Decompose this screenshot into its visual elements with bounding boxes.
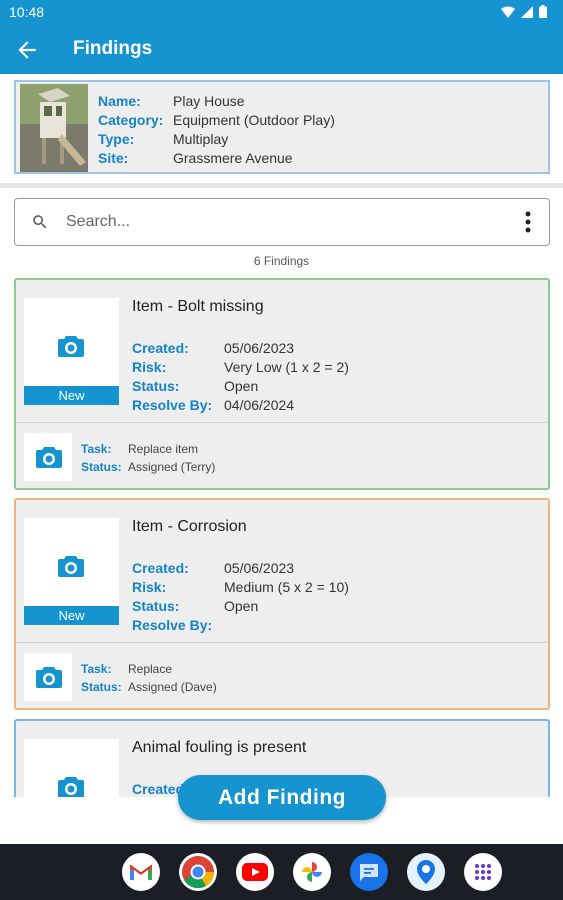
card-separator — [16, 642, 548, 643]
asset-label: Site: — [98, 150, 129, 166]
clock: 10:48 — [9, 4, 45, 20]
status-badge: New — [24, 606, 119, 625]
task-value: Assigned (Dave) — [128, 680, 217, 694]
maps-icon[interactable] — [407, 853, 445, 891]
status-icons — [501, 5, 547, 18]
asset-info: Name: Play House Category: Equipment (Ou… — [98, 92, 335, 168]
finding-details: Created: 05/06/2023 Risk: Very Low (1 x 2 … — [132, 339, 349, 415]
asset-photo — [20, 84, 88, 172]
search-icon — [33, 215, 47, 229]
task-label: Task: — [81, 662, 112, 676]
asset-card[interactable]: Name: Play House Category: Equipment (Ou… — [14, 80, 550, 174]
taskbar — [0, 844, 563, 900]
photos-icon[interactable] — [293, 853, 331, 891]
app-dock — [122, 853, 502, 891]
asset-value: Play House — [173, 93, 245, 109]
detail-value: Medium (5 x 2 = 10) — [224, 579, 349, 595]
camera-icon — [36, 667, 62, 688]
detail-label: Status: — [132, 378, 180, 394]
detail-value: 05/06/2023 — [224, 340, 295, 356]
task-value: Replace — [128, 662, 173, 676]
camera-icon — [58, 556, 84, 577]
asset-name-row: Name: Play House — [98, 92, 335, 111]
search-input[interactable] — [66, 209, 486, 235]
finding-photo[interactable]: New — [24, 298, 119, 405]
detail-value: Open — [224, 378, 259, 394]
camera-icon — [58, 336, 84, 357]
task-photo[interactable] — [24, 433, 72, 481]
app-drawer-icon[interactable] — [464, 853, 502, 891]
status-badge: New — [24, 386, 119, 405]
detail-value: 05/06/2023 — [224, 560, 295, 576]
divider — [0, 183, 563, 188]
search-bar — [14, 198, 550, 246]
gmail-icon[interactable] — [122, 853, 160, 891]
card-separator — [16, 422, 548, 423]
finding-title: Item - Bolt missing — [132, 298, 264, 315]
findings-count: 6 Findings — [253, 254, 310, 268]
asset-label: Category: — [98, 112, 164, 128]
finding-photo[interactable]: New — [24, 518, 119, 625]
asset-label: Name: — [98, 93, 141, 109]
finding-card[interactable]: New Item - Bolt missing Created: 05/06/20… — [14, 278, 550, 490]
task-value: Assigned (Terry) — [128, 460, 216, 474]
finding-photo[interactable] — [24, 739, 119, 797]
task-info: Task: Replace item Status: Assigned (Terry… — [81, 440, 215, 476]
asset-type-row: Type: Multiplay — [98, 130, 335, 149]
asset-value: Grassmere Avenue — [173, 150, 293, 166]
detail-value: 04/06/2024 — [224, 397, 295, 413]
asset-value: Multiplay — [173, 131, 229, 147]
camera-icon — [36, 447, 62, 468]
camera-icon — [58, 777, 84, 797]
wifi-icon — [501, 6, 515, 18]
findings-list[interactable]: New Item - Bolt missing Created: 05/06/20… — [0, 278, 563, 797]
task-label: Task: — [81, 442, 112, 456]
finding-details: Created: 05/06/2023 Risk: Medium (5 x 2 = … — [132, 559, 349, 635]
detail-label: Resolve By: — [132, 397, 213, 413]
detail-label: Resolve By: — [132, 617, 213, 633]
detail-value: Open — [224, 598, 259, 614]
task-label: Status: — [81, 680, 122, 694]
task-label: Status: — [81, 460, 122, 474]
chrome-icon[interactable] — [179, 853, 217, 891]
finding-title: Animal fouling is present — [132, 739, 307, 756]
page-title: Findings — [73, 38, 153, 59]
more-vert-icon[interactable] — [525, 211, 531, 233]
add-finding-button[interactable]: Add Finding — [178, 775, 386, 820]
detail-label: Risk: — [132, 359, 167, 375]
asset-value: Equipment (Outdoor Play) — [173, 112, 335, 128]
app-bar: Findings — [0, 24, 563, 74]
finding-card[interactable]: New Item - Corrosion Created: 05/06/2023 … — [14, 498, 550, 710]
task-value: Replace item — [128, 442, 199, 456]
asset-site-row: Site: Grassmere Avenue — [98, 149, 335, 168]
messages-icon[interactable] — [350, 853, 388, 891]
back-arrow-icon[interactable] — [14, 37, 40, 63]
detail-label: Created: — [132, 560, 189, 576]
detail-label: Risk: — [132, 579, 167, 595]
asset-label: Type: — [98, 131, 135, 147]
detail-label: Created: — [132, 340, 189, 356]
asset-category-row: Category: Equipment (Outdoor Play) — [98, 111, 335, 130]
cellular-icon — [521, 5, 533, 18]
finding-title: Item - Corrosion — [132, 518, 247, 535]
youtube-icon[interactable] — [236, 853, 274, 891]
detail-value: Very Low (1 x 2 = 2) — [224, 359, 349, 375]
task-photo[interactable] — [24, 653, 72, 701]
status-bar: 10:48 — [0, 0, 563, 24]
battery-icon — [539, 5, 547, 18]
task-info: Task: Replace Status: Assigned (Dave) — [81, 660, 217, 696]
detail-label: Status: — [132, 598, 180, 614]
